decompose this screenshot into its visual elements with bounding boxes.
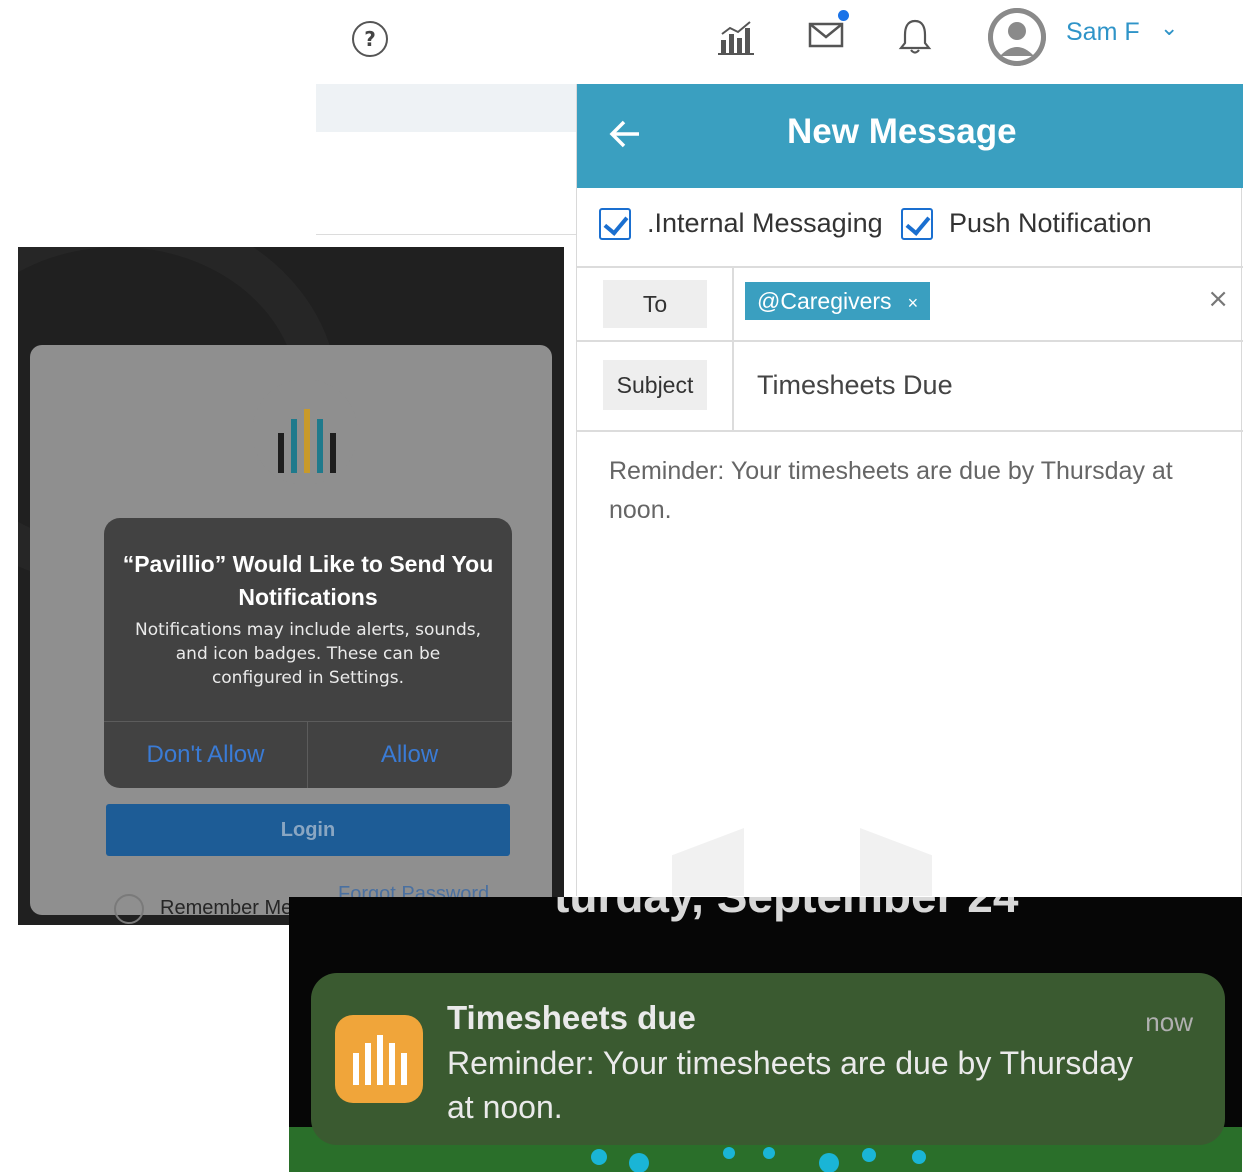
remove-tag-icon[interactable]: × [908, 293, 919, 313]
push-notification-checkbox[interactable] [901, 208, 933, 240]
notification-title: Timesheets due [447, 999, 696, 1036]
login-button[interactable]: Login [106, 804, 510, 856]
push-notification-banner[interactable]: Timesheets due now Reminder: Your timesh… [311, 973, 1225, 1145]
divider [732, 342, 734, 430]
delivery-options: .Internal Messaging Push Notification [577, 188, 1243, 268]
subject-field-row: Subject Timesheets Due [577, 342, 1243, 432]
dont-allow-button[interactable]: Don't Allow [104, 722, 307, 788]
remember-me-label[interactable]: Remember Me [160, 897, 292, 920]
avatar[interactable] [988, 8, 1046, 66]
wallpaper-dots [589, 1145, 949, 1172]
internal-messaging-label[interactable]: .Internal Messaging [647, 208, 883, 239]
divider [732, 268, 734, 342]
login-card: “Pavillio” Would Like to Send You Notifi… [30, 345, 552, 924]
lock-screen-date: turday, September 24 [554, 897, 1018, 923]
alert-message: Notifications may include alerts, sounds… [134, 620, 482, 688]
to-label: To [603, 280, 707, 328]
allow-button[interactable]: Allow [308, 722, 511, 788]
clear-recipients-icon[interactable]: × [1207, 284, 1229, 314]
unread-indicator-dot [838, 10, 849, 21]
panel-header: New Message [577, 84, 1243, 188]
background-divider [316, 234, 616, 235]
subject-label: Subject [603, 360, 707, 410]
mail-icon[interactable] [808, 18, 846, 54]
lock-screen-screenshot: turday, September 24 Timesheets due now … [289, 897, 1242, 1172]
phone-login-screenshot: “Pavillio” Would Like to Send You Notifi… [18, 247, 564, 925]
recipient-tag-label: @Caregivers [757, 288, 892, 314]
pavillio-logo-icon [274, 403, 338, 477]
recipient-tag[interactable]: @Caregivers × [745, 282, 931, 320]
new-message-panel: New Message .Internal Messaging Push Not… [576, 84, 1243, 896]
remember-me-radio[interactable] [114, 894, 144, 924]
help-icon[interactable]: ? [352, 21, 388, 57]
background-toolbar-band [316, 84, 616, 132]
subject-input[interactable]: Timesheets Due [757, 370, 953, 401]
message-body-input[interactable]: Reminder: Your timesheets are due by Thu… [609, 452, 1229, 530]
internal-messaging-checkbox[interactable] [599, 208, 631, 240]
back-arrow-icon[interactable] [607, 116, 643, 156]
analytics-icon[interactable] [718, 20, 754, 60]
chevron-down-icon[interactable]: ⌄ [1160, 16, 1178, 41]
pavillio-app-icon [335, 1015, 423, 1103]
notification-permission-alert: “Pavillio” Would Like to Send You Notifi… [104, 518, 512, 788]
top-header: ? Sam F ⌄ [0, 0, 1251, 84]
to-field-row: To @Caregivers × × [577, 268, 1243, 342]
panel-title: New Message [787, 112, 1017, 151]
bell-icon[interactable] [898, 18, 932, 60]
notification-time: now [1145, 1007, 1193, 1037]
push-notification-label[interactable]: Push Notification [949, 208, 1152, 239]
user-name[interactable]: Sam F [1066, 18, 1140, 47]
alert-title: “Pavillio” Would Like to Send You Notifi… [122, 551, 494, 610]
notification-body: Reminder: Your timesheets are due by Thu… [447, 1045, 1134, 1125]
